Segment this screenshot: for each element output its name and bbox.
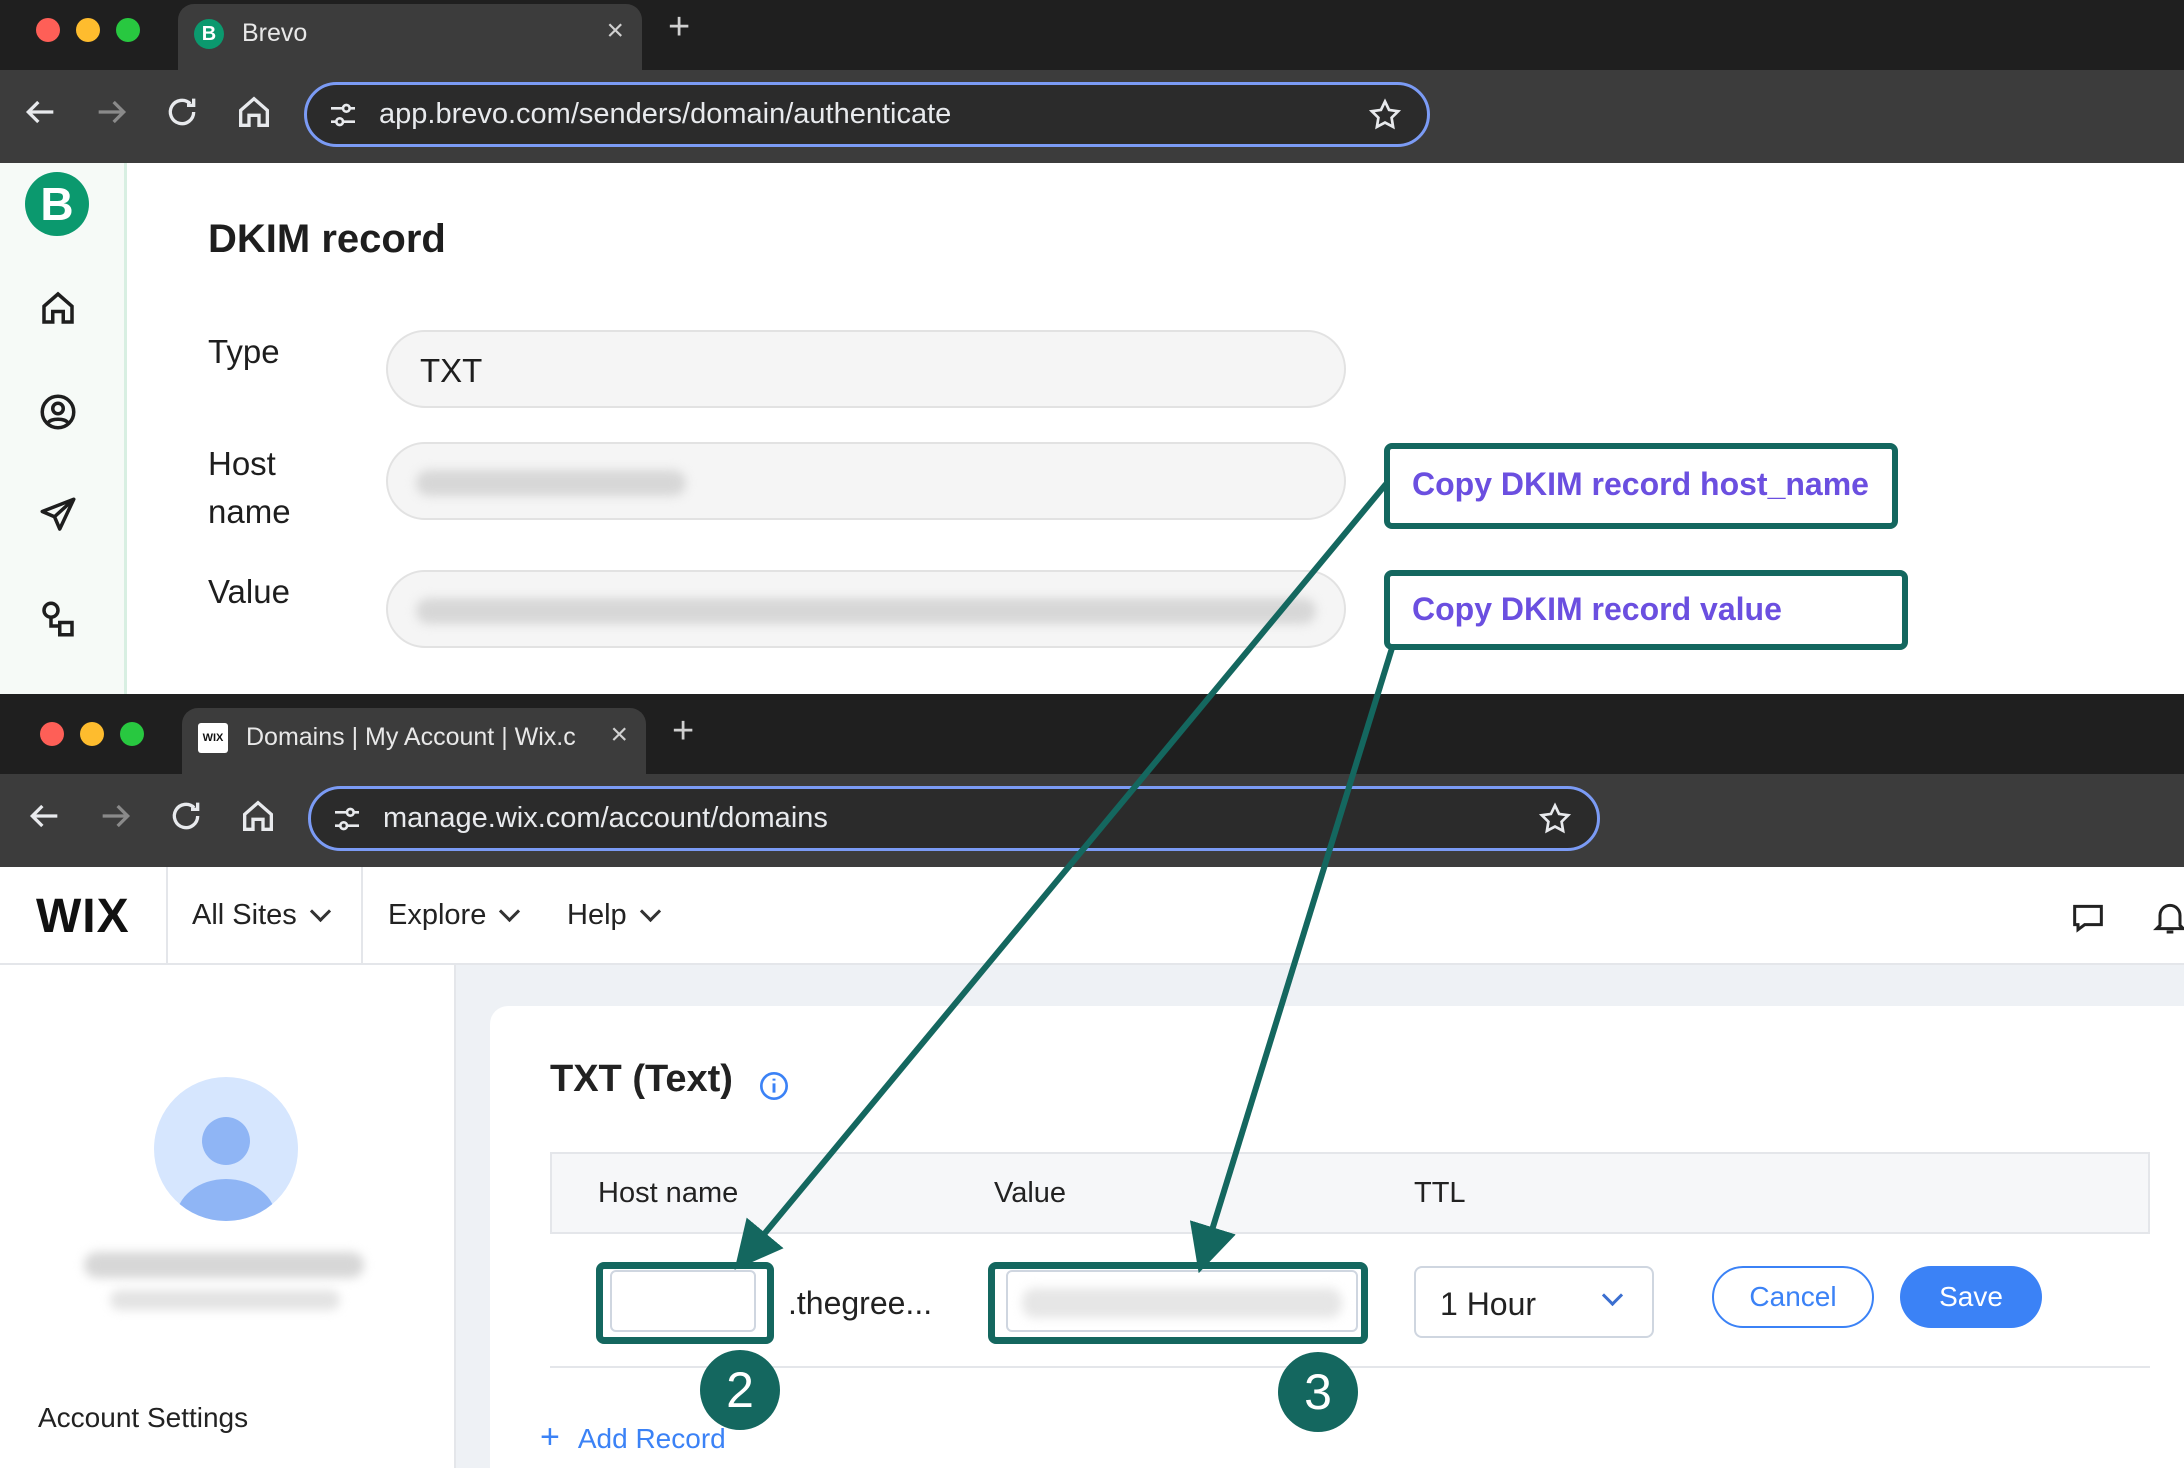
contacts-icon[interactable]: [37, 391, 79, 433]
copy-host-name-callout: Copy DKIM record host_name: [1384, 443, 1898, 529]
copy-value-callout: Copy DKIM record value: [1384, 570, 1908, 650]
type-label: Type: [208, 333, 280, 370]
automation-icon[interactable]: [37, 598, 79, 640]
chevron-down-icon: [639, 900, 661, 923]
new-tab-button[interactable]: +: [668, 6, 690, 49]
add-record-link[interactable]: + Add Record: [540, 1418, 726, 1457]
tab-title: Brevo: [242, 19, 308, 47]
help-menu[interactable]: Help: [567, 899, 661, 932]
wix-favicon-icon: WIX: [198, 723, 228, 753]
bookmark-star-icon[interactable]: [1537, 801, 1573, 837]
minimize-window-button[interactable]: [80, 722, 104, 746]
cancel-button[interactable]: Cancel: [1712, 1266, 1874, 1328]
close-tab-icon[interactable]: ×: [606, 14, 624, 48]
ttl-dropdown[interactable]: 1 Hour: [1414, 1266, 1654, 1338]
step-3-badge: 3: [1278, 1352, 1358, 1432]
wix-tab[interactable]: WIX Domains | My Account | Wix.c ×: [182, 708, 646, 774]
explore-menu[interactable]: Explore: [388, 899, 521, 932]
tab-title: Domains | My Account | Wix.c: [246, 723, 576, 751]
blurred-host-name: [416, 470, 686, 496]
host-name-label: Host name: [208, 445, 291, 530]
section-title: TXT (Text): [550, 1058, 733, 1100]
home-icon[interactable]: [37, 287, 79, 329]
back-arrow-icon[interactable]: [24, 796, 64, 836]
type-field[interactable]: TXT: [386, 330, 1346, 408]
host-name-suffix: .thegree...: [788, 1285, 933, 1321]
value-field[interactable]: [386, 570, 1346, 648]
menu-label: Help: [567, 899, 627, 931]
save-button[interactable]: Save: [1900, 1266, 2042, 1328]
maximize-window-button[interactable]: [116, 18, 140, 42]
avatar[interactable]: [154, 1077, 298, 1221]
site-settings-icon[interactable]: [327, 99, 359, 131]
brevo-tab[interactable]: B Brevo ×: [178, 4, 642, 70]
address-bar[interactable]: app.brevo.com/senders/domain/authenticat…: [304, 82, 1430, 147]
menu-label: All Sites: [192, 899, 297, 931]
back-arrow-icon[interactable]: [20, 92, 60, 132]
divider: [361, 867, 363, 963]
column-header-host-name: Host name: [598, 1177, 739, 1209]
forward-arrow-icon[interactable]: [96, 796, 136, 836]
brevo-toolbar: app.brevo.com/senders/domain/authenticat…: [0, 70, 2184, 163]
blurred-dkim-value: [416, 598, 1316, 624]
menu-label: Explore: [388, 899, 487, 931]
chat-icon[interactable]: [2068, 898, 2108, 938]
type-value: TXT: [420, 352, 483, 389]
blurred-user-email: [84, 1252, 364, 1278]
bookmark-star-icon[interactable]: [1367, 97, 1403, 133]
step-2-badge: 2: [700, 1350, 780, 1430]
maximize-window-button[interactable]: [120, 722, 144, 746]
chevron-down-icon: [499, 900, 521, 923]
wix-logo[interactable]: WIX: [36, 889, 130, 944]
close-tab-icon[interactable]: ×: [610, 718, 628, 752]
reload-icon[interactable]: [162, 92, 202, 132]
ttl-selected-value: 1 Hour: [1440, 1286, 1537, 1322]
close-window-button[interactable]: [36, 18, 60, 42]
plus-icon: +: [540, 1418, 560, 1456]
close-window-button[interactable]: [40, 722, 64, 746]
home-icon[interactable]: [238, 796, 278, 836]
brevo-favicon-icon: B: [194, 19, 224, 49]
url-text: app.brevo.com/senders/domain/authenticat…: [379, 98, 952, 130]
brevo-logo-icon[interactable]: B: [25, 172, 89, 236]
minimize-window-button[interactable]: [76, 18, 100, 42]
new-tab-button[interactable]: +: [672, 710, 694, 753]
wix-toolbar: manage.wix.com/account/domains: [0, 774, 2184, 867]
send-icon[interactable]: [37, 494, 79, 536]
table-header: [550, 1152, 2150, 1234]
step-2-highlight: [596, 1262, 774, 1344]
info-icon[interactable]: [758, 1070, 790, 1102]
add-record-label: Add Record: [577, 1423, 726, 1454]
chevron-down-icon: [1601, 1284, 1624, 1307]
chevron-down-icon: [309, 900, 331, 923]
wix-tab-strip: WIX Domains | My Account | Wix.c × +: [0, 694, 2184, 774]
dkim-record-heading: DKIM record: [208, 217, 446, 261]
column-header-ttl: TTL: [1414, 1177, 1466, 1209]
account-settings-link[interactable]: Account Settings: [38, 1402, 248, 1434]
step-3-highlight: [988, 1262, 1368, 1344]
all-sites-menu[interactable]: All Sites: [192, 899, 331, 932]
site-settings-icon[interactable]: [331, 803, 363, 835]
divider: [166, 867, 168, 963]
notifications-bell-icon[interactable]: [2150, 896, 2184, 938]
url-text: manage.wix.com/account/domains: [383, 802, 828, 834]
blurred-user-subtext: [110, 1290, 340, 1310]
reload-icon[interactable]: [166, 796, 206, 836]
forward-arrow-icon[interactable]: [92, 92, 132, 132]
host-name-field[interactable]: [386, 442, 1346, 520]
address-bar[interactable]: manage.wix.com/account/domains: [308, 786, 1600, 851]
value-label: Value: [208, 573, 290, 610]
column-header-value: Value: [994, 1177, 1067, 1209]
brevo-tab-strip: B Brevo × +: [0, 0, 2184, 70]
home-icon[interactable]: [234, 92, 274, 132]
